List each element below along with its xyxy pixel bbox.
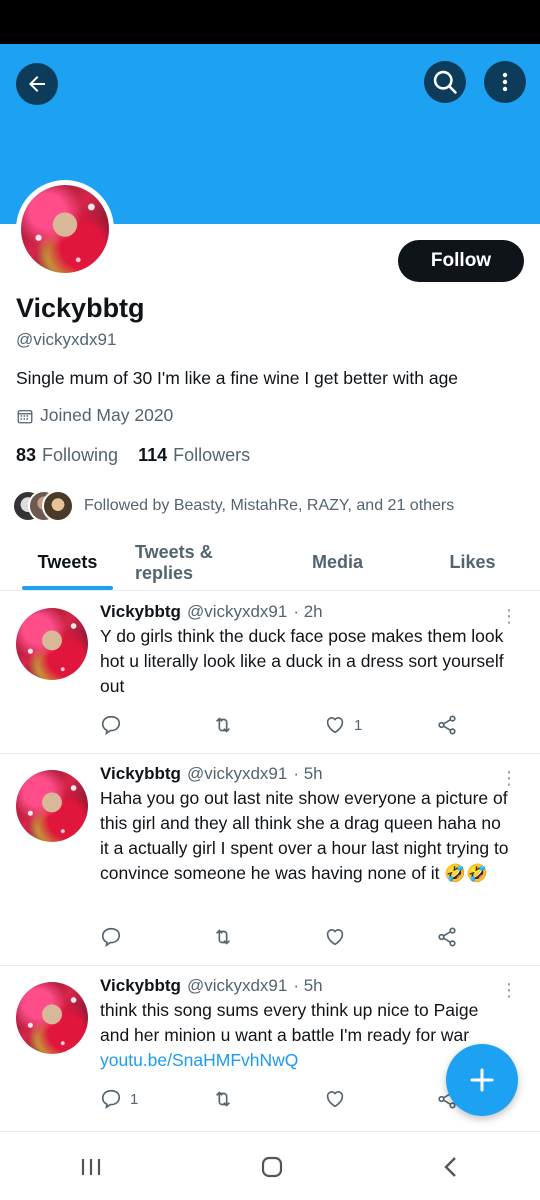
avatar-image bbox=[21, 185, 109, 273]
heart-icon bbox=[326, 1091, 344, 1108]
followers-you-know-avatars bbox=[12, 490, 76, 522]
tab-tweets[interactable]: Tweets bbox=[0, 535, 135, 590]
retweet-button[interactable] bbox=[212, 926, 272, 948]
tweet-text: Haha you go out last nite show everyone … bbox=[100, 788, 509, 883]
tweet-avatar[interactable] bbox=[16, 608, 88, 680]
profile-tabs: Tweets Tweets & replies Media Likes bbox=[0, 535, 540, 591]
tweet-handle: @vickyxdx91 bbox=[186, 976, 288, 995]
reply-button[interactable]: 1 bbox=[100, 1088, 160, 1110]
plus-icon bbox=[470, 1068, 494, 1092]
tweet-text: Y do girls think the duck face pose make… bbox=[100, 626, 504, 696]
mini-avatar bbox=[42, 490, 74, 522]
reply-icon bbox=[101, 715, 121, 736]
system-nav-bar bbox=[0, 1133, 540, 1200]
more-vertical-icon bbox=[502, 72, 508, 92]
tweet-handle: @vickyxdx91 bbox=[186, 602, 288, 621]
tweet-actions bbox=[100, 926, 460, 948]
like-count: 1 bbox=[354, 716, 363, 734]
back-nav-icon[interactable] bbox=[440, 1154, 462, 1180]
tweet-author: Vickybbtg bbox=[100, 764, 181, 783]
profile-bio: Single mum of 30 I'm like a fine wine I … bbox=[16, 368, 459, 388]
display-name: Vickybbtg bbox=[16, 293, 145, 323]
heart-icon bbox=[326, 717, 344, 734]
back-button[interactable] bbox=[16, 63, 58, 105]
retweet-button[interactable] bbox=[212, 714, 272, 736]
like-button[interactable]: 1 bbox=[324, 714, 384, 736]
followed-by[interactable]: Followed by Beasty, MistahRe, RAZY, and … bbox=[12, 490, 454, 522]
follow-stats: 83 Following 114 Followers bbox=[16, 445, 250, 466]
share-icon bbox=[438, 715, 456, 735]
follow-button[interactable]: Follow bbox=[398, 240, 524, 282]
share-button[interactable] bbox=[436, 714, 460, 736]
like-button[interactable] bbox=[324, 1088, 384, 1110]
like-button[interactable] bbox=[324, 926, 384, 948]
arrow-left-icon bbox=[29, 76, 45, 92]
tweet-author: Vickybbtg bbox=[100, 602, 181, 621]
tweet-actions: 1 bbox=[100, 714, 460, 736]
tweet-time: · 2h bbox=[293, 602, 323, 621]
tweet-handle: @vickyxdx91 bbox=[186, 764, 288, 783]
tweet-more-icon[interactable]: ⋮ bbox=[500, 980, 518, 1001]
reply-icon bbox=[101, 927, 121, 948]
following-link[interactable]: 83 Following bbox=[16, 445, 118, 466]
tweet-text: think this song sums every think up nice… bbox=[100, 1000, 479, 1045]
reply-button[interactable] bbox=[100, 714, 160, 736]
calendar-icon bbox=[17, 409, 33, 423]
tweet[interactable]: Vickybbtg @vickyxdx91 · 5h Haha you go out… bbox=[0, 754, 540, 966]
tweet-more-icon[interactable]: ⋮ bbox=[500, 768, 518, 789]
tweet-avatar[interactable] bbox=[16, 982, 88, 1054]
share-icon bbox=[438, 927, 456, 947]
tab-likes[interactable]: Likes bbox=[405, 535, 540, 590]
search-button[interactable] bbox=[424, 61, 466, 103]
share-button[interactable] bbox=[436, 926, 460, 948]
tweet-actions: 1 bbox=[100, 1088, 460, 1110]
home-icon[interactable] bbox=[259, 1154, 285, 1180]
profile-handle: @vickyxdx91 bbox=[16, 330, 117, 349]
tab-tweets-replies[interactable]: Tweets & replies bbox=[135, 535, 270, 590]
heart-icon bbox=[326, 929, 344, 946]
reply-count: 1 bbox=[130, 1090, 139, 1108]
reply-button[interactable] bbox=[100, 926, 160, 948]
joined-text: Joined May 2020 bbox=[40, 405, 174, 425]
retweet-icon bbox=[215, 1091, 231, 1107]
tweet[interactable]: Vickybbtg @vickyxdx91 · 2h Y do girls thin… bbox=[0, 592, 540, 754]
tweet-author: Vickybbtg bbox=[100, 976, 181, 995]
retweet-icon bbox=[215, 929, 231, 945]
retweet-button[interactable] bbox=[212, 1088, 272, 1110]
tab-media[interactable]: Media bbox=[270, 535, 405, 590]
retweet-icon bbox=[215, 717, 231, 733]
more-options-button[interactable] bbox=[484, 61, 526, 103]
tweet-time: · 5h bbox=[293, 764, 323, 783]
tweet-time: · 5h bbox=[293, 976, 323, 995]
followers-link[interactable]: 114 Followers bbox=[138, 445, 250, 466]
reply-icon bbox=[101, 1089, 121, 1110]
tweet-more-icon[interactable]: ⋮ bbox=[500, 606, 518, 627]
followed-by-text: Followed by Beasty, MistahRe, RAZY, and … bbox=[84, 497, 455, 514]
recent-apps-icon[interactable] bbox=[78, 1155, 104, 1179]
tweet-avatar[interactable] bbox=[16, 770, 88, 842]
search-icon bbox=[433, 70, 457, 94]
status-bar bbox=[0, 0, 540, 44]
profile-avatar[interactable] bbox=[16, 180, 114, 278]
compose-tweet-button[interactable] bbox=[446, 1044, 518, 1116]
joined-date: Joined May 2020 bbox=[16, 405, 173, 426]
